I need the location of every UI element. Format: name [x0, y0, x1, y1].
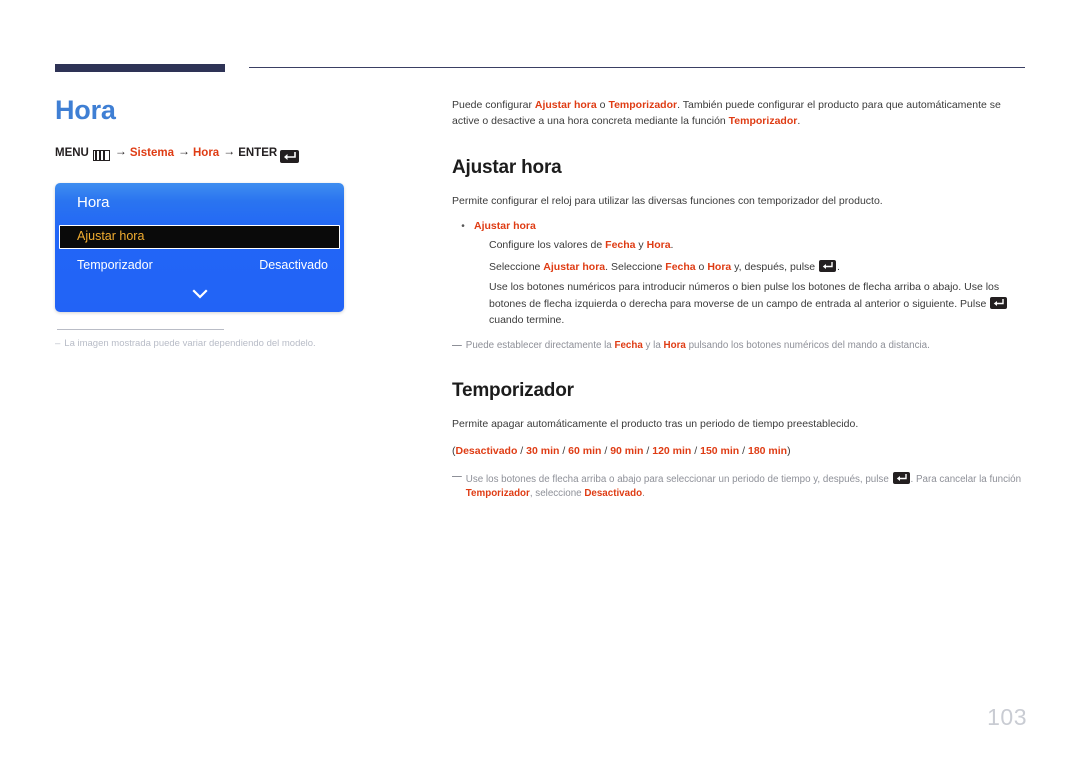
b2-t3: o	[695, 260, 708, 273]
fn2-term-desactivado: Desactivado	[584, 488, 643, 500]
bullet-heading-row: • Ajustar hora	[452, 219, 1027, 235]
b1-term-fecha: Fecha	[605, 239, 636, 252]
b3-t1: Use los botones numéricos para introduci…	[489, 280, 1000, 311]
header-accent-bar	[55, 64, 225, 72]
fn2-t3: , seleccione	[529, 488, 585, 500]
b2-t4: y, después, pulse	[731, 260, 819, 273]
enter-key-icon	[990, 297, 1008, 310]
fn1-t2: y la	[642, 339, 664, 351]
fn2-t1: Use los botones de flecha arriba o abajo…	[465, 473, 892, 485]
b2-term-hora: Hora	[707, 260, 732, 273]
breadcrumb-arrow-3: →	[223, 144, 236, 159]
osd-menu-screenshot: Hora Ajustar hora Temporizador Desactiva…	[55, 183, 344, 312]
fn1-term-hora: Hora	[663, 339, 686, 351]
bullet-heading-text: Ajustar hora	[474, 219, 536, 232]
bullet-body: Configure los valores de Fecha y Hora. S…	[489, 237, 1027, 328]
fn2-t4: .	[642, 488, 645, 500]
sep-5: /	[691, 444, 701, 457]
option-desactivado: Desactivado	[455, 444, 518, 457]
option-60-min: 60 min	[568, 444, 602, 457]
option-120-min: 120 min	[652, 444, 692, 457]
b1-t3: .	[670, 239, 674, 252]
b2-t5: .	[837, 260, 840, 273]
b1-t2: y	[635, 239, 647, 252]
intro-term-temporizador-2: Temporizador	[728, 114, 798, 127]
intro-text-2: o	[596, 99, 609, 111]
fn1-t3: pulsando los botones numéricos del mando…	[685, 339, 930, 351]
breadcrumb-enter-label: ENTER	[238, 147, 278, 160]
footnote-temporizador: — Use los botones de flecha arriba o aba…	[452, 470, 1027, 502]
intro-text-4: .	[797, 114, 801, 127]
left-note-rule	[57, 329, 224, 330]
breadcrumb-arrow-2: →	[177, 144, 190, 159]
footnote-dash: —	[452, 470, 462, 482]
bullet-block-ajustar-hora: • Ajustar hora Configure los valores de …	[452, 219, 1027, 329]
b1-t1: Configure los valores de	[489, 239, 606, 252]
b2-t1: Seleccione	[489, 260, 544, 273]
bullet-line-2: Seleccione Ajustar hora. Seleccione Fech…	[489, 258, 1027, 275]
osd-title: Hora	[77, 194, 110, 211]
option-90-min: 90 min	[610, 444, 644, 457]
option-180-min: 180 min	[747, 444, 788, 457]
section-heading-ajustar-hora: Ajustar hora	[452, 156, 562, 178]
enter-key-icon	[819, 259, 837, 272]
menu-grid-icon	[92, 149, 110, 161]
temporizador-options-list: (Desactivado / 30 min / 60 min / 90 min …	[452, 444, 1027, 460]
osd-item-label: Ajustar hora	[77, 229, 145, 243]
breadcrumb-arrow-1: →	[114, 144, 127, 159]
section2-lead: Permite apagar automáticamente el produc…	[452, 418, 859, 431]
left-column: Hora MENU → Sistema → Hora → ENTER	[55, 95, 415, 163]
enter-key-icon	[892, 471, 910, 484]
osd-item-ajustar-hora[interactable]: Ajustar hora	[59, 225, 340, 249]
bullet-line-3: Use los botones numéricos para introduci…	[489, 279, 1027, 329]
option-150-min: 150 min	[700, 444, 740, 457]
footnote-text: Puede establecer directamente la Fecha y…	[466, 339, 1027, 354]
breadcrumb-step-hora: Hora	[192, 147, 220, 160]
left-note-dash: –	[55, 338, 61, 349]
osd-item-temporizador[interactable]: Temporizador Desactivado	[77, 258, 328, 272]
intro-term-temporizador: Temporizador	[608, 99, 678, 111]
sep-2: /	[559, 444, 569, 457]
options-close-paren: )	[787, 444, 791, 457]
breadcrumb: MENU → Sistema → Hora → ENTER	[55, 144, 415, 163]
b2-t2: . Seleccione	[605, 260, 666, 273]
section1-lead: Permite configurar el reloj para utiliza…	[452, 194, 883, 207]
footnote-text: Use los botones de flecha arriba o abajo…	[466, 470, 1027, 502]
sep-1: /	[517, 444, 527, 457]
page-title: Hora	[55, 95, 116, 125]
intro-text-1: Puede configurar	[452, 99, 535, 111]
b3-t2: cuando termine.	[489, 314, 565, 327]
sep-6: /	[739, 444, 748, 457]
option-30-min: 30 min	[526, 444, 560, 457]
footnote-fecha-hora: — Puede establecer directamente la Fecha…	[452, 339, 1027, 354]
bullet-marker-icon: •	[461, 220, 465, 232]
fn2-term-temporizador: Temporizador	[465, 488, 530, 500]
footnote-dash: —	[452, 339, 462, 351]
b2-term-ajustar-hora: Ajustar hora	[543, 260, 606, 273]
fn2-t2: . Para cancelar la función	[910, 473, 1022, 485]
chevron-down-icon[interactable]	[55, 287, 344, 303]
breadcrumb-menu-label: MENU	[55, 147, 89, 160]
breadcrumb-step-sistema: Sistema	[129, 147, 174, 160]
header-rule-line	[249, 67, 1025, 68]
page-number: 103	[987, 704, 1027, 730]
bullet-line-1: Configure los valores de Fecha y Hora.	[489, 237, 1027, 253]
b1-term-hora: Hora	[646, 239, 671, 252]
fn1-t1: Puede establecer directamente la	[465, 339, 615, 351]
intro-paragraph: Puede configurar Ajustar hora o Temporiz…	[452, 98, 1027, 130]
osd-item-label: Temporizador	[77, 258, 153, 272]
enter-key-icon	[280, 149, 300, 163]
sep-3: /	[601, 444, 611, 457]
b2-term-fecha: Fecha	[665, 260, 696, 273]
osd-item-value: Desactivado	[259, 258, 328, 272]
sep-4: /	[643, 444, 653, 457]
left-note: – La imagen mostrada puede variar depend…	[55, 337, 395, 350]
intro-term-ajustar-hora: Ajustar hora	[534, 99, 597, 111]
fn1-term-fecha: Fecha	[614, 339, 643, 351]
section-heading-temporizador: Temporizador	[452, 380, 574, 402]
right-column: Puede configurar Ajustar hora o Temporiz…	[452, 98, 1027, 502]
left-note-text: La imagen mostrada puede variar dependie…	[64, 338, 316, 349]
